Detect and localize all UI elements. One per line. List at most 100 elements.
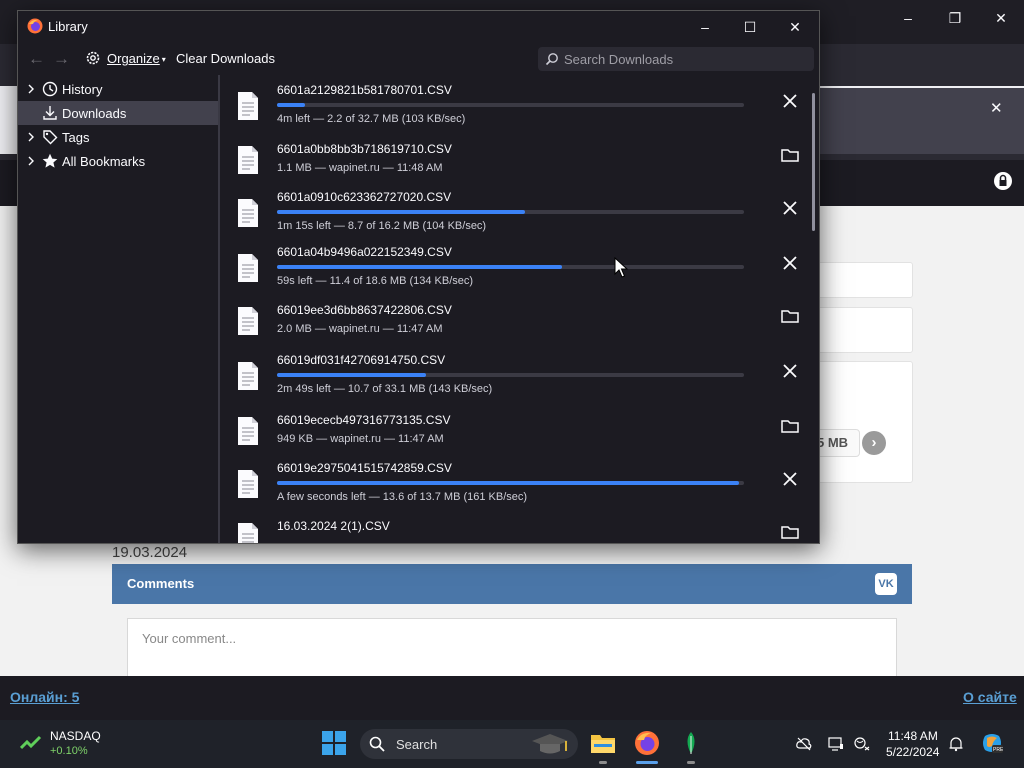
graduation-cap-icon <box>532 734 568 754</box>
clock-time[interactable]: 11:48 AM <box>888 729 938 743</box>
download-row[interactable]: 66019e2975041515742859.CSV A few seconds … <box>220 459 818 513</box>
firefox-icon[interactable] <box>634 730 660 756</box>
minimize-button[interactable]: – <box>893 10 923 26</box>
forward-arrow-icon[interactable]: → <box>53 49 70 69</box>
search-icon <box>369 736 385 752</box>
site-footer <box>0 676 1024 720</box>
stock-chart-icon[interactable] <box>20 734 42 752</box>
comment-placeholder: Your comment... <box>142 631 237 646</box>
file-icon <box>238 254 258 282</box>
sidebar-item-all-bookmarks[interactable]: All Bookmarks <box>18 149 218 173</box>
chevron-down-icon: ▾ <box>161 55 166 64</box>
network-icon[interactable] <box>854 736 870 752</box>
file-icon <box>238 146 258 174</box>
organize-label: Organize <box>107 51 160 66</box>
download-progress-bar <box>277 481 744 485</box>
library-maximize-button[interactable]: ☐ <box>735 16 765 38</box>
page-card <box>816 307 913 353</box>
download-row[interactable]: 66019ee3d6bb8637422806.CSV 2.0 MB — wapin… <box>220 301 818 355</box>
notification-bell-icon[interactable] <box>948 736 964 752</box>
page-date: 19.03.2024 <box>112 544 188 561</box>
comment-input[interactable]: Your comment... <box>127 618 897 680</box>
star-icon <box>42 153 58 168</box>
download-filename: 16.03.2024 2(1).CSV <box>277 519 390 533</box>
notification-close-icon[interactable]: ✕ <box>990 99 1003 117</box>
maximize-button[interactable]: ❐ <box>940 10 970 27</box>
file-icon <box>238 417 258 445</box>
downloads-scrollbar[interactable] <box>812 93 815 231</box>
sidebar-item-label: Downloads <box>62 106 127 121</box>
display-icon[interactable] <box>828 736 844 752</box>
download-filename: 66019df031f42706914750.CSV <box>277 353 446 367</box>
download-progress-bar <box>277 373 744 377</box>
download-row[interactable]: 66019df031f42706914750.CSV 2m 49s left — … <box>220 351 818 405</box>
vk-icon[interactable]: VK <box>875 573 897 595</box>
download-row[interactable]: 6601a0910c623362727020.CSV 1m 15s left — … <box>220 188 818 242</box>
file-icon <box>238 199 258 227</box>
download-row[interactable]: 16.03.2024 2(1).CSV <box>220 517 818 543</box>
sidebar-item-history[interactable]: History <box>18 77 218 101</box>
sidebar-item-label: All Bookmarks <box>62 154 146 169</box>
clock-icon <box>42 81 58 97</box>
mouse-cursor-icon <box>614 257 628 278</box>
download-row[interactable]: 6601a04b9496a022152349.CSV 59s left — 11.… <box>220 243 818 297</box>
clear-downloads-button[interactable]: Clear Downloads <box>176 49 275 69</box>
stock-name[interactable]: NASDAQ <box>50 729 101 743</box>
gear-icon <box>86 51 100 65</box>
show-in-folder-icon[interactable] <box>779 415 801 437</box>
organize-button[interactable]: Organize ▾ <box>85 49 166 69</box>
taskbar-search[interactable]: Search <box>360 729 578 759</box>
search-input[interactable] <box>564 47 804 71</box>
firefox-logo-icon <box>27 18 43 34</box>
download-row[interactable]: 6601a2129821b581780701.CSV 4m left — 2.2 … <box>220 81 818 135</box>
cancel-download-icon[interactable] <box>779 468 801 490</box>
show-in-folder-icon[interactable] <box>779 305 801 327</box>
active-app-indicator <box>636 761 658 764</box>
clock-date[interactable]: 5/22/2024 <box>886 745 939 759</box>
cancel-download-icon[interactable] <box>779 360 801 382</box>
taskbar-search-label: Search <box>396 737 438 752</box>
notification-bar <box>818 88 1024 154</box>
show-in-folder-icon[interactable] <box>779 521 801 543</box>
back-arrow-icon[interactable]: ← <box>28 49 45 69</box>
download-status: 2m 49s left — 10.7 of 33.1 MB (143 KB/se… <box>277 383 493 395</box>
expand-chevron-icon[interactable] <box>27 131 35 143</box>
lock-icon[interactable] <box>994 172 1012 190</box>
library-close-button[interactable]: ✕ <box>780 16 810 38</box>
download-row[interactable]: 66019ececb497316773135.CSV 949 KB — wapin… <box>220 411 818 465</box>
download-status: 2.0 MB — wapinet.ru — 11:47 AM <box>277 323 443 335</box>
show-in-folder-icon[interactable] <box>779 144 801 166</box>
cancel-download-icon[interactable] <box>779 197 801 219</box>
svg-text:PRE: PRE <box>993 747 1003 753</box>
sidebar-item-tags[interactable]: Tags <box>18 125 218 149</box>
app-running-indicator <box>599 761 607 764</box>
cancel-download-icon[interactable] <box>779 90 801 112</box>
download-filename: 6601a0910c623362727020.CSV <box>277 190 452 204</box>
download-icon <box>43 106 57 120</box>
library-sidebar: History Downloads Tags All Bookmarks <box>18 75 220 543</box>
next-arrow-icon[interactable]: › <box>862 431 886 455</box>
sidebar-item-downloads[interactable]: Downloads <box>18 101 218 125</box>
download-filename: 66019ee3d6bb8637422806.CSV <box>277 303 452 317</box>
about-link[interactable]: О сайте <box>963 689 1017 705</box>
download-progress-fill <box>277 481 740 485</box>
file-icon <box>238 362 258 390</box>
expand-chevron-icon[interactable] <box>27 155 35 167</box>
download-progress-fill <box>277 210 525 214</box>
page-card <box>816 361 913 483</box>
copilot-icon[interactable]: PRE <box>981 732 1003 754</box>
download-row[interactable]: 6601a0bb8bb3b718619710.CSV 1.1 MB — wapin… <box>220 140 818 194</box>
file-explorer-icon[interactable] <box>590 730 616 756</box>
cloud-offline-icon[interactable] <box>796 736 812 752</box>
file-icon <box>238 470 258 498</box>
tag-icon <box>43 130 58 145</box>
cancel-download-icon[interactable] <box>779 252 801 274</box>
search-field[interactable] <box>538 47 814 71</box>
expand-chevron-icon[interactable] <box>27 83 35 95</box>
windows-start-icon[interactable] <box>322 731 346 755</box>
online-count-link[interactable]: Онлайн: 5 <box>10 689 79 705</box>
download-status: A few seconds left — 13.6 of 13.7 MB (16… <box>277 491 528 503</box>
mongodb-icon[interactable] <box>678 730 704 756</box>
library-minimize-button[interactable]: – <box>690 16 720 38</box>
close-button[interactable]: ✕ <box>986 10 1016 27</box>
